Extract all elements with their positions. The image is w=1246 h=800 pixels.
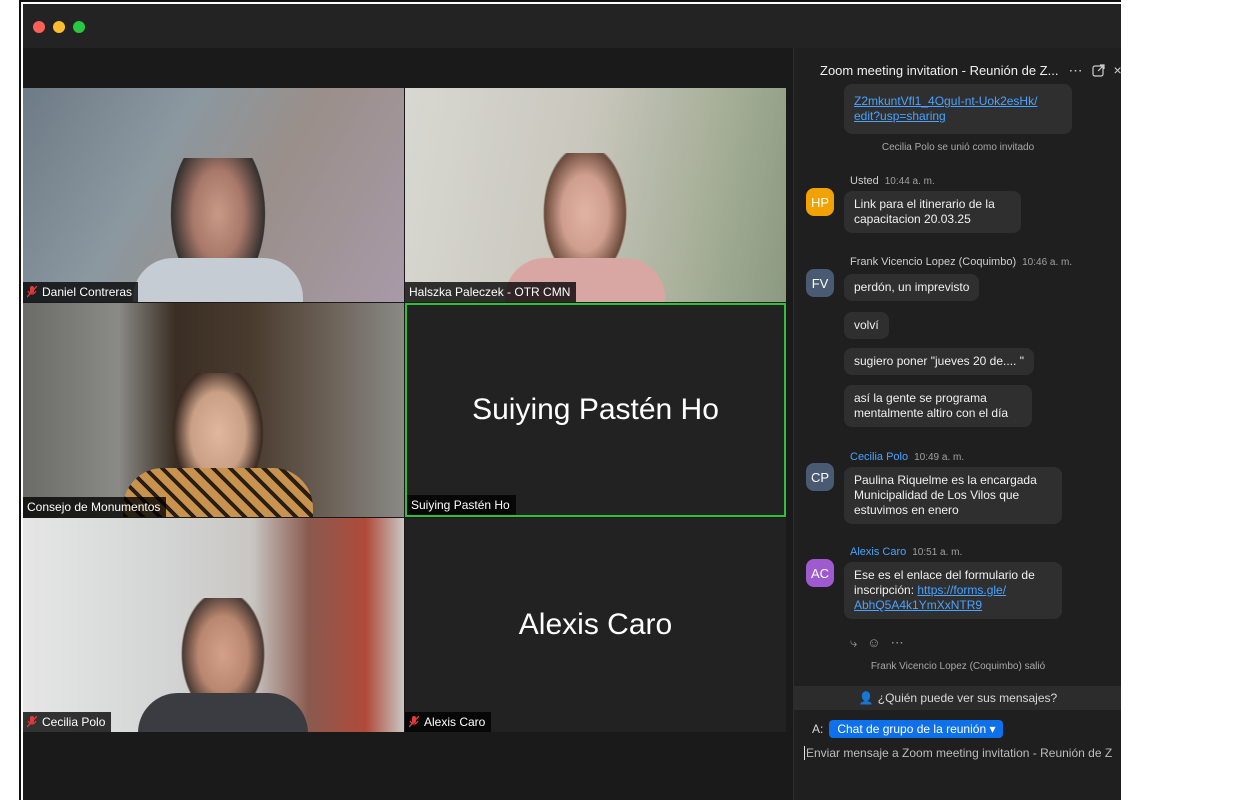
video-gallery: Daniel Contreras Halszka Paleczek - OTR … (23, 48, 793, 800)
message-meta: Frank Vicencio Lopez (Coquimbo) 10:46 a. … (850, 256, 1072, 268)
people-icon: 👤 (858, 691, 874, 705)
form-link[interactable]: https://forms.gle/ (917, 583, 1006, 597)
message-line: Ese es el enlace del formulario de (854, 568, 1035, 582)
message-bubble[interactable]: Link para el itinerario de la capacitaci… (844, 191, 1021, 233)
message-line: perdón, un imprevisto (854, 280, 970, 294)
message-time: 10:49 a. m. (914, 452, 965, 463)
recipient-dropdown[interactable]: Chat de grupo de la reunión ▾ (829, 720, 1004, 738)
message-line: Municipalidad de Los Vilos que (854, 488, 1020, 502)
pop-out-icon[interactable] (1092, 63, 1106, 77)
zoom-window: Daniel Contreras Halszka Paleczek - OTR … (23, 4, 1121, 800)
sender-name: Usted (850, 175, 879, 187)
title-bar (23, 4, 1121, 48)
avatar-fv: FV (806, 269, 834, 297)
message-line: mentalmente altiro con el día (854, 406, 1009, 420)
participant-name-tag: Halszka Paleczek - OTR CMN (405, 282, 577, 302)
input-placeholder: Enviar mensaje a Zoom meeting invitation… (806, 746, 1113, 760)
chat-panel: Zoom meeting invitation - Reunión de Z..… (793, 48, 1121, 800)
video-tile-consejo[interactable]: Consejo de Monumentos (23, 303, 404, 517)
participant-shirt (133, 258, 303, 302)
participant-shirt (138, 693, 308, 732)
message-bubble-link[interactable]: Z2mkuntVfl1_4OguI-nt-Uok2esHk/ edit?usp=… (844, 84, 1072, 134)
zoom-window-button[interactable] (73, 21, 85, 33)
participant-name-tag: Suiying Pastén Ho (407, 495, 516, 515)
screenshot-frame: Daniel Contreras Halszka Paleczek - OTR … (19, 0, 1121, 800)
chat-title: Zoom meeting invitation - Reunión de Z..… (820, 62, 1059, 78)
message-meta: Alexis Caro 10:51 a. m. (850, 546, 962, 558)
message-line: inscripción: (854, 583, 918, 597)
participant-name: Suiying Pastén Ho (411, 498, 510, 512)
sender-name: Alexis Caro (850, 546, 907, 558)
message-actions: ⤷ ☺ ⋯ (850, 635, 904, 651)
emoji-reaction-icon[interactable]: ☺ (867, 635, 880, 651)
message-time: 10:51 a. m. (912, 547, 963, 558)
participant-name: Alexis Caro (424, 715, 486, 729)
participant-name-tag: Alexis Caro (405, 712, 492, 732)
close-chat-icon[interactable]: × (1113, 62, 1121, 78)
message-line: Link para el itinerario de la (854, 197, 995, 211)
message-bubble[interactable]: así la gente se programa mentalmente alt… (844, 385, 1032, 427)
participant-display-name: Alexis Caro (518, 608, 673, 641)
message-bubble[interactable]: sugiero poner "jueves 20 de.... " (844, 348, 1034, 375)
message-line: Paulina Riquelme es la encargada (854, 473, 1037, 487)
system-left-notice: Frank Vicencio Lopez (Coquimbo) salió (870, 661, 1046, 672)
to-label: A: (812, 722, 824, 736)
message-line: sugiero poner "jueves 20 de.... " (854, 354, 1024, 368)
message-bubble[interactable]: Ese es el enlace del formulario de inscr… (844, 562, 1062, 619)
participant-name-tag: Consejo de Monumentos (23, 497, 167, 517)
avatar-hp: HP (806, 188, 834, 216)
message-bubble[interactable]: volví (844, 312, 889, 339)
message-line: volví (854, 318, 879, 332)
message-meta: Cecilia Polo 10:49 a. m. (850, 451, 964, 463)
more-actions-icon[interactable]: ⋯ (891, 635, 904, 651)
text-cursor (804, 746, 805, 760)
video-tile-suiying[interactable]: Suiying Pastén Ho Suiying Pastén Ho (405, 303, 786, 517)
link-line-1[interactable]: Z2mkuntVfl1_4OguI-nt-Uok2esHk/ (854, 94, 1062, 109)
participant-name: Daniel Contreras (42, 285, 133, 299)
message-bubble[interactable]: perdón, un imprevisto (844, 274, 980, 301)
system-joined-notice: Cecilia Polo se unió como invitado (881, 142, 1035, 153)
recipient-row: A: Chat de grupo de la reunión ▾ (812, 720, 1004, 738)
message-bubble[interactable]: Paulina Riquelme es la encargada Municip… (844, 467, 1062, 524)
participant-name-tag: Daniel Contreras (23, 282, 139, 302)
message-line: capacitacion 20.03.25 (854, 212, 971, 226)
participant-name: Cecilia Polo (42, 715, 106, 729)
recipient-label: Chat de grupo de la reunión (837, 722, 987, 736)
who-can-see-bar[interactable]: 👤 ¿Quién puede ver sus mensajes? (794, 686, 1121, 710)
video-tile-halszka[interactable]: Halszka Paleczek - OTR CMN (405, 88, 786, 302)
message-meta: Usted 10:44 a. m. (850, 175, 935, 187)
message-line: estuvimos en enero (854, 503, 959, 517)
more-options-icon[interactable]: ⋯ (1068, 62, 1082, 79)
avatar-ac: AC (806, 559, 834, 587)
mic-muted-icon (27, 286, 37, 298)
participant-name: Halszka Paleczek - OTR CMN (409, 285, 571, 299)
video-tile-daniel[interactable]: Daniel Contreras (23, 88, 404, 302)
message-time: 10:44 a. m. (884, 176, 935, 187)
avatar-cp: CP (806, 463, 834, 491)
message-line: así la gente se programa (854, 391, 987, 405)
participant-name-tag: Cecilia Polo (23, 712, 112, 732)
participant-display-name: Suiying Pastén Ho (472, 393, 719, 426)
reply-icon[interactable]: ⤷ (850, 635, 857, 651)
minimize-window-button[interactable] (53, 21, 65, 33)
sender-name: Frank Vicencio Lopez (Coquimbo) (850, 256, 1017, 268)
who-can-see-text: ¿Quién puede ver sus mensajes? (877, 691, 1058, 705)
message-input[interactable]: Enviar mensaje a Zoom meeting invitation… (804, 746, 1112, 760)
video-tile-cecilia[interactable]: Cecilia Polo (23, 518, 404, 732)
link-line-2[interactable]: edit?usp=sharing (854, 109, 1062, 124)
mic-muted-icon (27, 716, 37, 728)
sender-name: Cecilia Polo (850, 451, 909, 463)
message-time: 10:46 a. m. (1022, 257, 1073, 268)
video-tile-alexis[interactable]: Alexis Caro Alexis Caro (405, 518, 786, 732)
participant-name: Consejo de Monumentos (27, 500, 161, 514)
form-link[interactable]: AbhQ5A4k1YmXxNTR9 (854, 598, 1052, 613)
mic-muted-icon (409, 716, 419, 728)
close-window-button[interactable] (33, 21, 45, 33)
